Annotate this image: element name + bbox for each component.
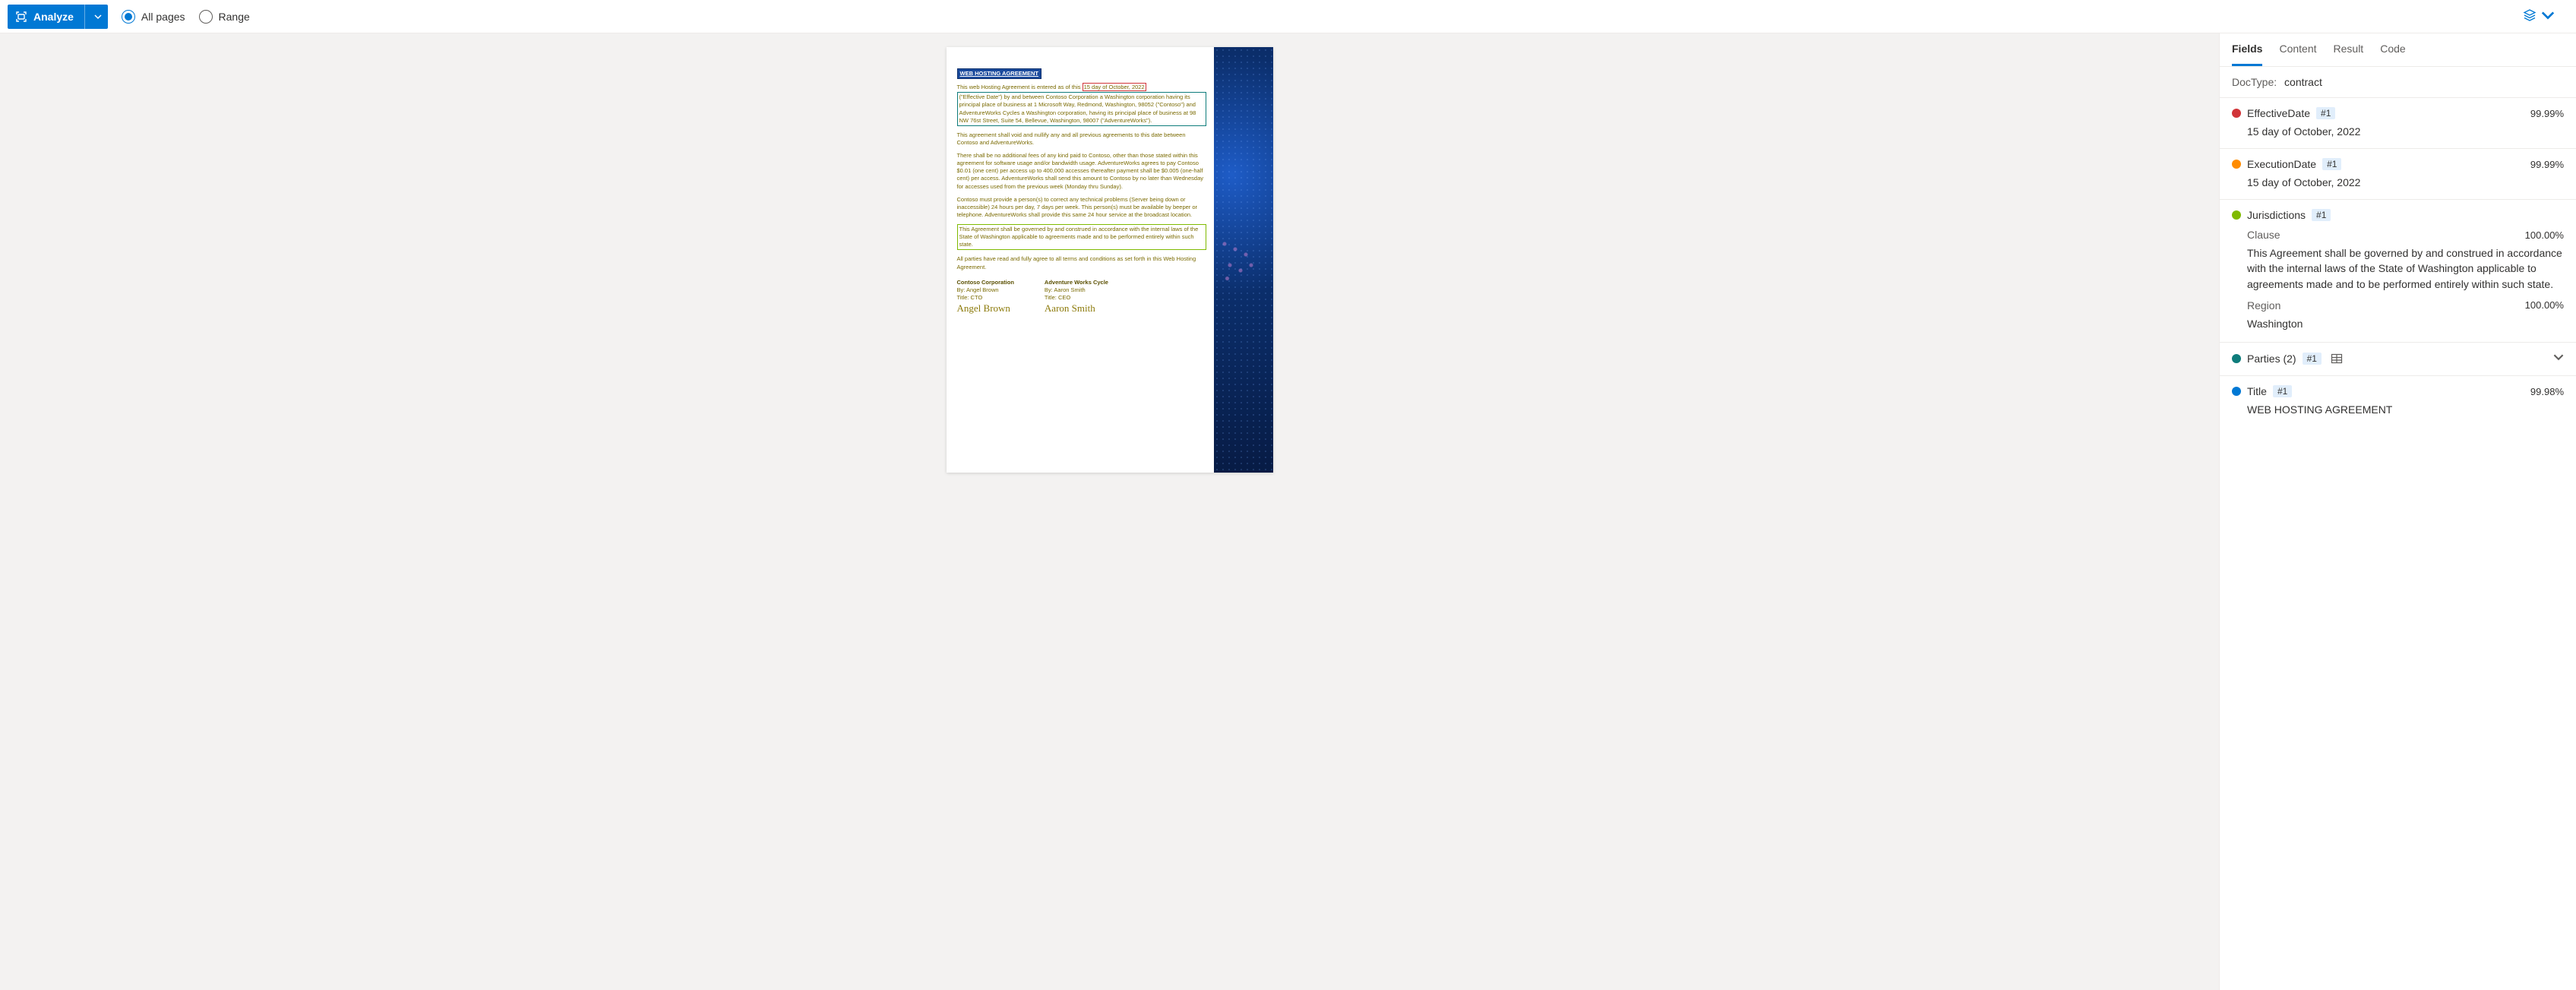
field-list: EffectiveDate #1 99.99% 15 day of Octobe… — [2220, 98, 2576, 990]
field-color-dot — [2232, 160, 2241, 169]
field-color-dot — [2232, 387, 2241, 396]
field-jurisdictions[interactable]: Jurisdictions #1 Clause 100.00% This Agr… — [2220, 200, 2576, 343]
page-badge: #1 — [2312, 209, 2331, 221]
doc-p2: This agreement shall void and nullify an… — [957, 131, 1206, 147]
field-name: Jurisdictions — [2247, 209, 2306, 221]
doctype-value: contract — [2284, 76, 2322, 88]
page-content: WEB HOSTING AGREEMENT This web Hosting A… — [947, 47, 1214, 473]
field-color-dot — [2232, 354, 2241, 363]
radio-all-pages[interactable]: All pages — [122, 10, 185, 24]
confidence-value: 99.99% — [2530, 159, 2564, 170]
doc-intro: This web Hosting Agreement is entered as… — [957, 84, 1206, 126]
radio-range[interactable]: Range — [199, 10, 250, 24]
jurisdiction-highlight: This Agreement shall be governed by and … — [957, 224, 1206, 250]
doc-p4: Contoso must provide a person(s) to corr… — [957, 196, 1206, 219]
radio-all-label: All pages — [141, 11, 185, 23]
signature-row: Contoso Corporation By: Angel Brown Titl… — [957, 279, 1206, 315]
signature-contoso: Contoso Corporation By: Angel Brown Titl… — [957, 279, 1014, 315]
doc-p6: All parties have read and fully agree to… — [957, 255, 1206, 270]
effective-date-highlight: 15 day of October, 2022 — [1083, 83, 1146, 91]
tab-fields[interactable]: Fields — [2232, 33, 2262, 66]
button-divider — [84, 5, 85, 29]
signature-adventureworks: Adventure Works Cycle By: Aaron Smith Ti… — [1045, 279, 1108, 315]
chevron-down-icon — [2541, 8, 2555, 24]
analyze-label: Analyze — [33, 11, 74, 23]
document-page: WEB HOSTING AGREEMENT This web Hosting A… — [947, 47, 1273, 473]
field-parties[interactable]: Parties (2) #1 — [2220, 343, 2576, 376]
chevron-down-icon[interactable] — [91, 11, 108, 23]
doc-p3: There shall be no additional fees of any… — [957, 152, 1206, 191]
field-name: Parties (2) — [2247, 353, 2296, 365]
page-badge: #1 — [2303, 353, 2322, 365]
radio-indicator — [199, 10, 213, 24]
page-decorative-art — [1214, 47, 1273, 473]
radio-range-label: Range — [219, 11, 250, 23]
field-name: ExecutionDate — [2247, 158, 2316, 170]
results-panel: Fields Content Result Code DocType: cont… — [2219, 33, 2576, 990]
toolbar: Analyze All pages Range — [0, 0, 2576, 33]
subfield-label: Clause — [2247, 229, 2280, 241]
chevron-down-icon[interactable] — [2553, 352, 2564, 365]
doctype-label: DocType: — [2232, 76, 2277, 88]
field-name: EffectiveDate — [2247, 107, 2310, 119]
page-badge: #1 — [2273, 385, 2292, 397]
page-scope-radio-group: All pages Range — [122, 10, 250, 24]
field-effective-date[interactable]: EffectiveDate #1 99.99% 15 day of Octobe… — [2220, 98, 2576, 149]
table-icon[interactable] — [2331, 353, 2343, 365]
confidence-value: 100.00% — [2525, 229, 2564, 241]
layers-icon — [2523, 8, 2536, 24]
document-canvas[interactable]: WEB HOSTING AGREEMENT This web Hosting A… — [0, 33, 2219, 990]
confidence-value: 99.98% — [2530, 386, 2564, 397]
tab-code[interactable]: Code — [2380, 33, 2405, 66]
field-color-dot — [2232, 210, 2241, 220]
parties-highlight: ("Effective Date") by and between Contos… — [957, 92, 1206, 126]
confidence-value: 99.99% — [2530, 108, 2564, 119]
field-value: WEB HOSTING AGREEMENT — [2247, 403, 2564, 416]
field-title[interactable]: Title #1 99.98% WEB HOSTING AGREEMENT — [2220, 376, 2576, 426]
subfield-label: Region — [2247, 299, 2280, 312]
confidence-value: 100.00% — [2525, 299, 2564, 311]
page-badge: #1 — [2322, 158, 2341, 170]
field-name: Title — [2247, 385, 2267, 397]
field-execution-date[interactable]: ExecutionDate #1 99.99% 15 day of Octobe… — [2220, 149, 2576, 200]
subfield-value: Washington — [2247, 316, 2564, 331]
tab-content[interactable]: Content — [2279, 33, 2316, 66]
doctype-row: DocType: contract — [2220, 67, 2576, 98]
results-tabs: Fields Content Result Code — [2220, 33, 2576, 67]
field-value: 15 day of October, 2022 — [2247, 176, 2564, 188]
scan-icon — [15, 11, 27, 23]
radio-indicator — [122, 10, 135, 24]
page-badge: #1 — [2316, 107, 2335, 119]
subfield-value: This Agreement shall be governed by and … — [2247, 245, 2564, 292]
layers-dropdown[interactable] — [2517, 5, 2561, 27]
analyze-button[interactable]: Analyze — [8, 5, 108, 29]
field-color-dot — [2232, 109, 2241, 118]
tab-result[interactable]: Result — [2334, 33, 2364, 66]
field-value: 15 day of October, 2022 — [2247, 125, 2564, 138]
doc-title-highlight: WEB HOSTING AGREEMENT — [957, 68, 1041, 79]
